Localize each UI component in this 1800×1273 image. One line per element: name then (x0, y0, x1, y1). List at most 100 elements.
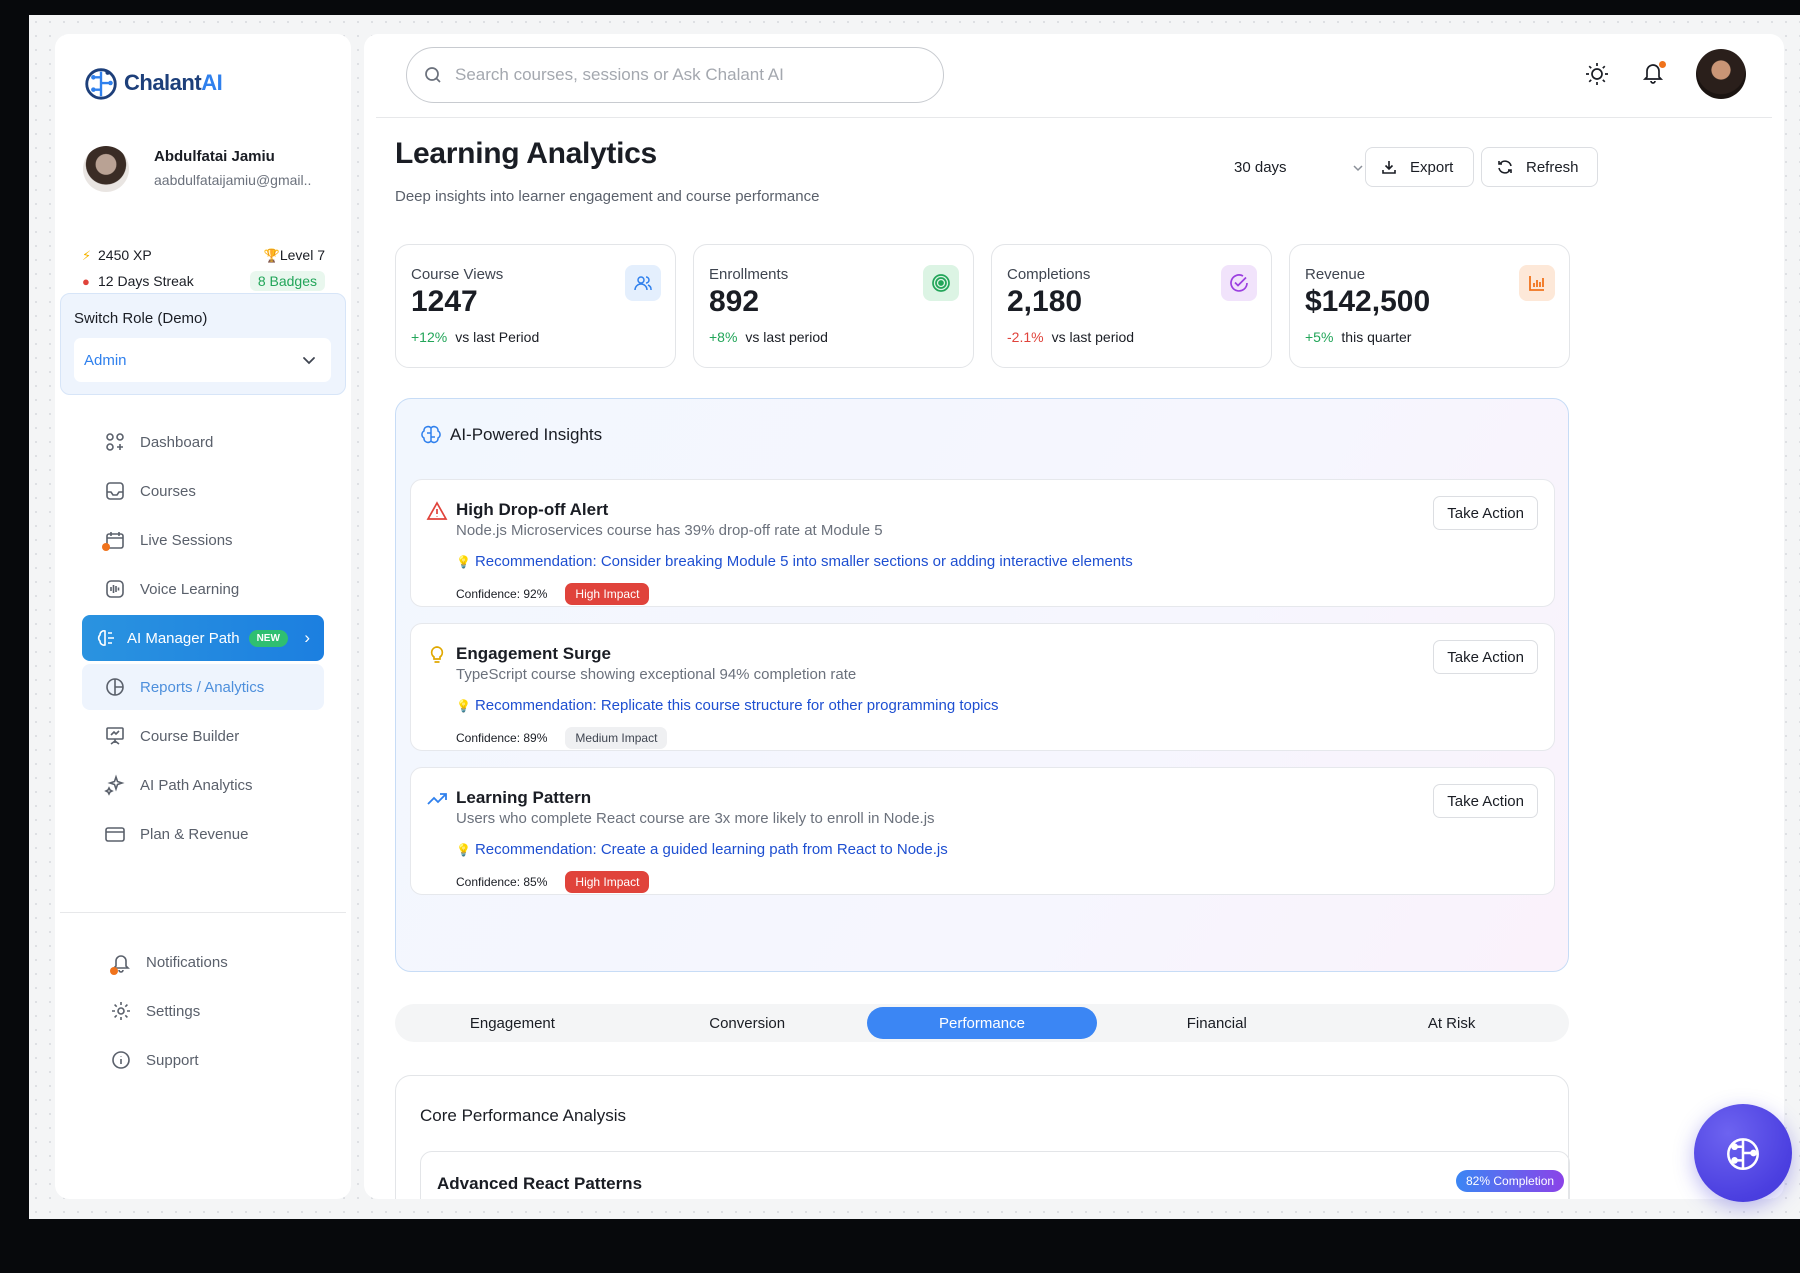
user-stats-row-2: ● 12 Days Streak 8 Badges (82, 271, 325, 291)
sidebar-item-dashboard[interactable]: Dashboard (82, 419, 324, 465)
ai-insights-title: AI-Powered Insights (450, 425, 603, 444)
sidebar-item-label: AI Path Analytics (140, 776, 253, 794)
sidebar-item-label: AI Manager Path (127, 629, 240, 647)
badges-count[interactable]: 8 Badges (249, 271, 325, 291)
insight-recommendation: 💡 Recommendation: Create a guided learnin… (456, 841, 948, 858)
sidebar-item-label: Live Sessions (140, 531, 233, 549)
role-select[interactable]: Admin (74, 338, 331, 382)
sun-icon[interactable] (1584, 61, 1610, 87)
kpi-card-enrollments[interactable]: Enrollments 892 +8% vs last period (693, 244, 974, 368)
kpi-delta: -2.1% vs last period (1007, 329, 1135, 345)
sidebar-item-support[interactable]: Support (82, 1037, 324, 1083)
sidebar-item-notifications[interactable]: Notifications (82, 939, 324, 985)
kpi-value: 892 (709, 285, 760, 318)
sidebar-item-label: Voice Learning (140, 580, 240, 598)
info-icon (112, 1051, 130, 1069)
kpi-label: Revenue (1305, 266, 1366, 283)
sidebar-item-ai-manager-path[interactable]: AI Manager Path NEW › (82, 615, 324, 661)
notification-dot (1658, 59, 1667, 69)
pie-chart-icon (106, 678, 124, 696)
check-circle-icon (1221, 265, 1257, 301)
kpi-value: $142,500 (1305, 285, 1431, 318)
page-title: Learning Analytics (395, 137, 657, 170)
export-label: Export (1410, 158, 1454, 176)
role-select-value: Admin (84, 351, 127, 369)
avatar[interactable] (83, 146, 129, 192)
grid-icon (106, 433, 124, 451)
audio-wave-icon (106, 580, 124, 598)
tab-conversion[interactable]: Conversion (632, 1007, 863, 1039)
kpi-row: Course Views 1247 +12% vs last Period Enr… (395, 244, 1570, 368)
chevron-down-icon (1353, 164, 1363, 171)
insight-meta: Confidence: 92% High Impact (456, 583, 650, 605)
insight-title: High Drop-off Alert (456, 500, 609, 519)
insight-card-engagement: Engagement Surge TypeScript course showi… (410, 623, 1555, 751)
ai-assistant-fab[interactable] (1694, 1104, 1792, 1202)
sidebar-item-label: Course Builder (140, 727, 240, 745)
sidebar-item-settings[interactable]: Settings (82, 988, 324, 1034)
user-name: Abdulfatai Jamiu (154, 148, 275, 165)
brain-circuit-icon (85, 68, 117, 100)
warning-icon (426, 501, 448, 520)
notifications-button[interactable] (1640, 59, 1667, 90)
sidebar-item-label: Plan & Revenue (140, 825, 249, 843)
date-range-value: 30 days (1234, 159, 1287, 176)
impact-badge: Medium Impact (565, 727, 668, 749)
sidebar-item-course-builder[interactable]: Course Builder (82, 713, 324, 759)
refresh-button[interactable]: Refresh (1481, 147, 1598, 187)
take-action-button[interactable]: Take Action (1433, 784, 1538, 818)
sidebar-item-live-sessions[interactable]: Live Sessions (82, 517, 324, 563)
confidence-label: Confidence: 85% (456, 875, 548, 889)
level-stat: 🏆Level 7 (263, 247, 325, 263)
sidebar-item-plan-revenue[interactable]: Plan & Revenue (82, 811, 324, 857)
logo[interactable]: ChalantAI (82, 64, 223, 102)
insight-title: Learning Pattern (456, 788, 592, 807)
download-icon (1382, 161, 1396, 174)
ai-insights-panel: AI-Powered Insights High Drop-off Alert … (395, 398, 1569, 972)
sidebar-item-voice-learning[interactable]: Voice Learning (82, 566, 324, 612)
sidebar-item-reports-analytics[interactable]: Reports / Analytics (82, 664, 324, 710)
sidebar-item-ai-path-analytics[interactable]: AI Path Analytics (82, 762, 324, 808)
kpi-card-completions[interactable]: Completions 2,180 -2.1% vs last period (991, 244, 1272, 368)
take-action-button[interactable]: Take Action (1433, 496, 1538, 530)
gear-icon (112, 1002, 130, 1020)
lightbulb-icon: 💡 (456, 699, 471, 713)
sidebar-nav: Dashboard Courses Live Sessions Voice Le… (82, 419, 324, 860)
sidebar-item-label: Reports / Analytics (140, 678, 265, 696)
chevron-down-icon (303, 357, 315, 365)
kpi-value: 1247 (411, 285, 478, 318)
core-performance-panel: Core Performance Analysis Advanced React… (395, 1075, 1570, 1199)
insight-card-drop-off: High Drop-off Alert Node.js Microservice… (410, 479, 1555, 607)
lightbulb-icon: 💡 (456, 555, 471, 569)
streak-stat: ● 12 Days Streak (82, 273, 194, 289)
tab-performance[interactable]: Performance (866, 1007, 1098, 1039)
insight-description: Users who complete React course are 3x m… (456, 810, 935, 827)
avatar[interactable] (1696, 49, 1746, 99)
sidebar-item-label: Courses (140, 482, 196, 500)
sidebar-item-label: Dashboard (140, 433, 214, 451)
header-divider (376, 117, 1772, 118)
search-input[interactable] (455, 65, 895, 85)
refresh-label: Refresh (1526, 158, 1579, 176)
brain-circuit-icon (1727, 1138, 1759, 1171)
completion-badge: 82% Completion (1456, 1170, 1565, 1192)
export-button[interactable]: Export (1365, 147, 1474, 187)
xp-stat: ⚡ 2450 XP (82, 247, 152, 263)
kpi-card-revenue[interactable]: Revenue $142,500 +5% this quarter (1289, 244, 1570, 368)
sidebar-item-courses[interactable]: Courses (82, 468, 324, 514)
kpi-delta: +5% this quarter (1305, 329, 1412, 345)
search-bar[interactable] (406, 47, 944, 103)
take-action-button[interactable]: Take Action (1433, 640, 1538, 674)
chevron-right-icon: › (304, 628, 310, 647)
tab-financial[interactable]: Financial (1101, 1007, 1332, 1039)
course-performance-card[interactable]: Advanced React Patterns 82% Completion (420, 1151, 1570, 1199)
tab-engagement[interactable]: Engagement (397, 1007, 628, 1039)
insight-description: TypeScript course showing exceptional 94… (456, 666, 857, 683)
sidebar-item-label: Notifications (146, 953, 228, 971)
kpi-label: Enrollments (709, 266, 789, 283)
kpi-card-course-views[interactable]: Course Views 1247 +12% vs last Period (395, 244, 676, 368)
app-canvas: ChalantAI Abdulfatai Jamiu aabdulfataija… (29, 15, 1800, 1219)
impact-badge: High Impact (565, 871, 650, 893)
tab-at-risk[interactable]: At Risk (1336, 1007, 1567, 1039)
date-range-select[interactable]: 30 days (1234, 159, 1365, 176)
